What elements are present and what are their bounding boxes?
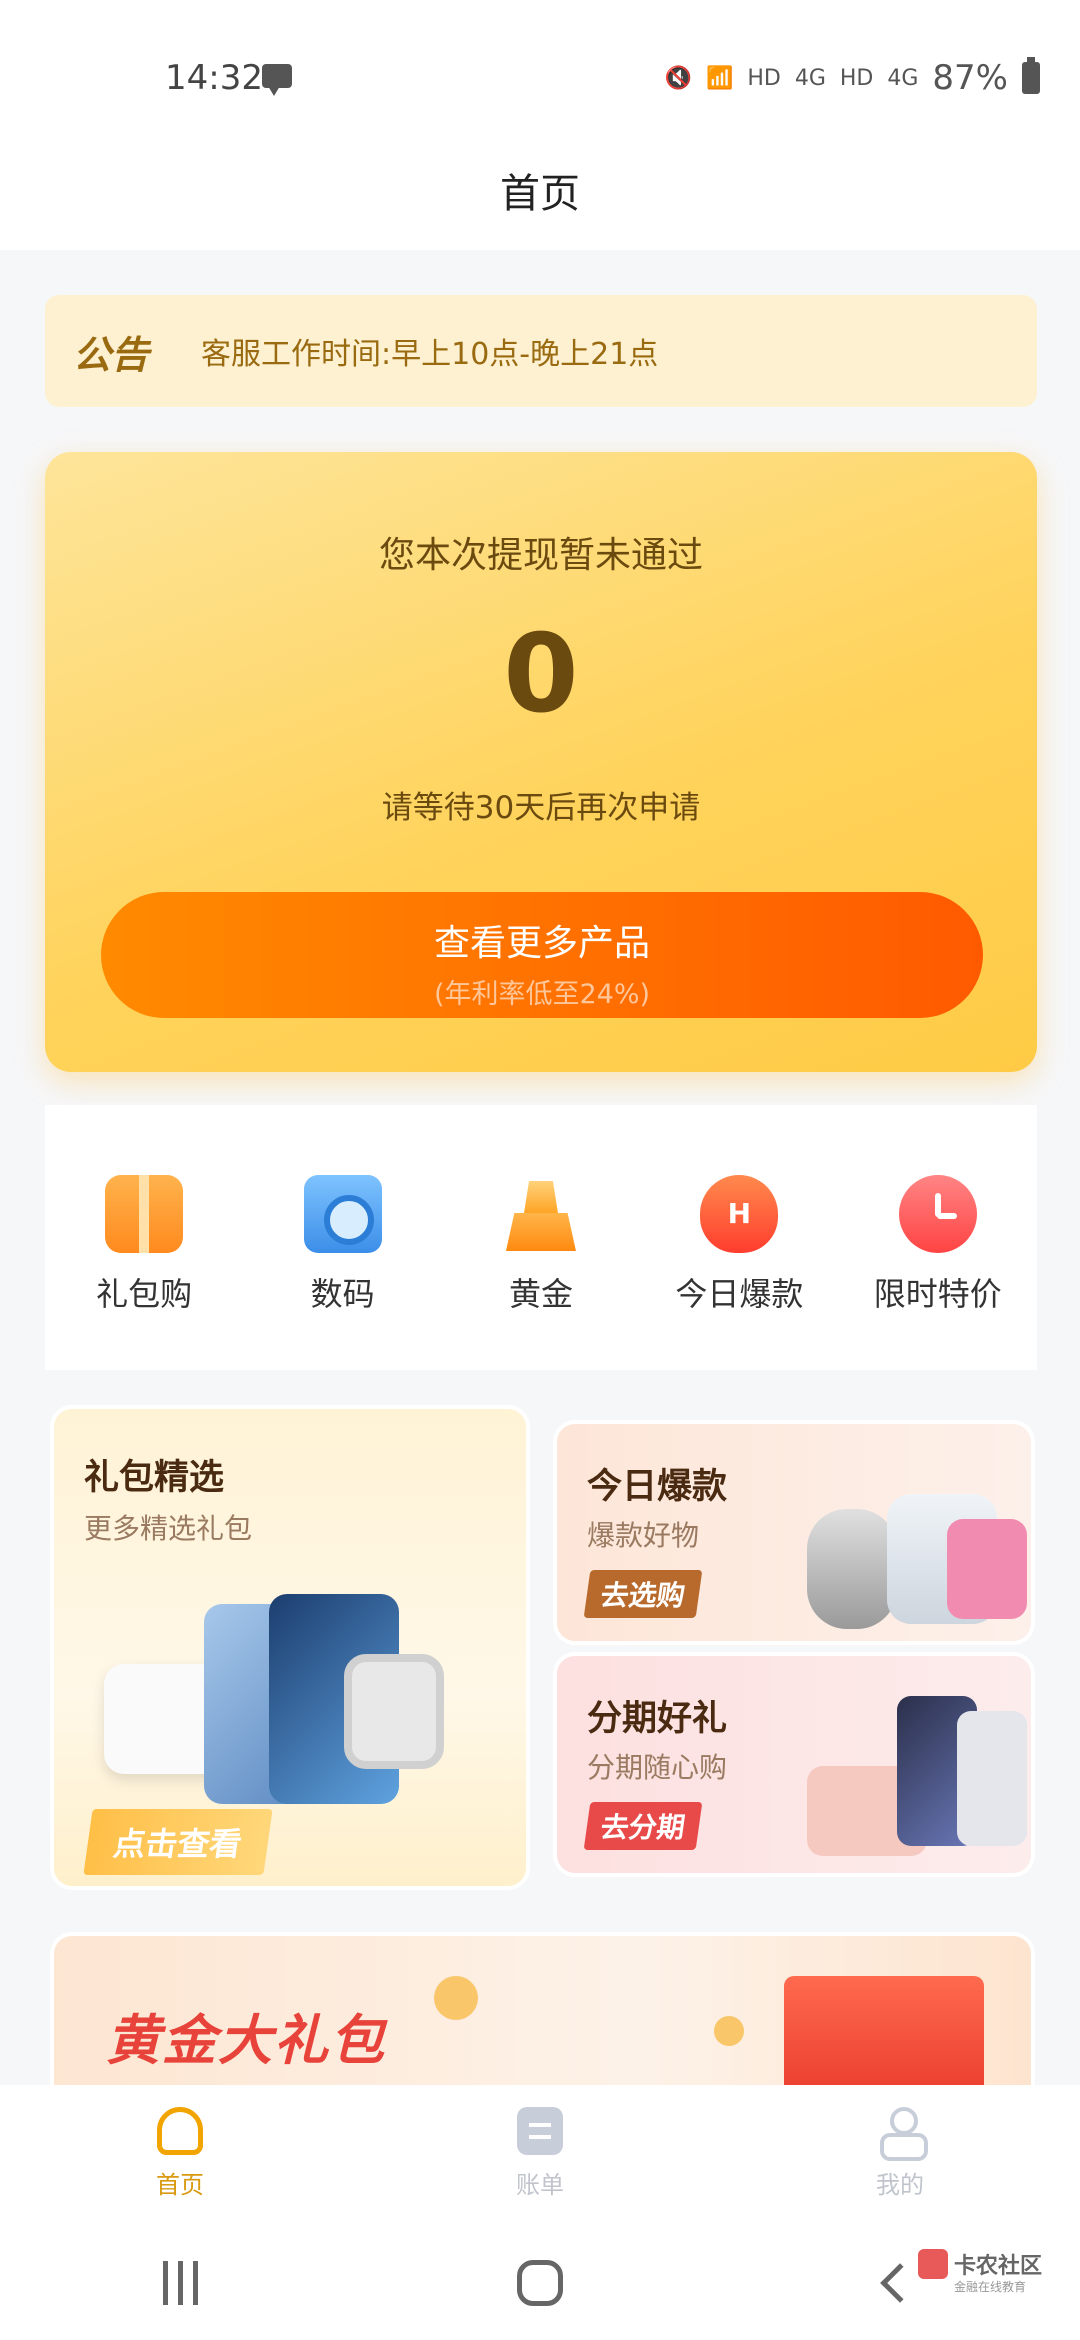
network-label-1: 4G [794, 65, 826, 91]
more-products-label: 查看更多产品 [433, 923, 650, 964]
phone-image [957, 1711, 1027, 1846]
view-button[interactable]: 点击查看 [83, 1809, 273, 1875]
promo-title: 礼包精选 [84, 1458, 225, 1498]
coin-icon [434, 1976, 478, 2020]
watermark-title: 卡农社区 [953, 2254, 1042, 2279]
tab-label: 首页 [156, 2171, 204, 2199]
more-products-button[interactable]: 查看更多产品 (年利率低至24%) [101, 892, 983, 1018]
page-title: 首页 [500, 171, 580, 217]
status-bar: 14:32 🔇 📶 HD 4G HD 4G 87% [0, 0, 1080, 130]
category-gift[interactable]: 礼包购 [54, 1175, 234, 1315]
gold-bar-icon [502, 1175, 580, 1253]
gold-gift-banner[interactable]: 黄金大礼包 [50, 1932, 1035, 2092]
category-hot[interactable]: 今日爆款 [649, 1175, 829, 1315]
promo-hot-today[interactable]: 今日爆款 爆款好物 去选购 [553, 1420, 1035, 1645]
home-button[interactable] [490, 2253, 590, 2313]
watermark-logo-icon [917, 2249, 948, 2279]
promo-subtitle: 更多精选礼包 [84, 1512, 253, 1545]
tab-home[interactable]: 首页 [120, 2085, 240, 2225]
withdraw-status-text: 您本次提现暂未通过 [378, 535, 703, 576]
shop-button[interactable]: 去选购 [583, 1570, 703, 1618]
tab-label: 我的 [876, 2171, 924, 2199]
wait-text: 请等待30天后再次申请 [381, 790, 701, 826]
watermark: 卡农社区 金融在线教育 [917, 2248, 1042, 2294]
status-icons: 🔇 📶 HD 4G HD 4G 87% [664, 57, 1040, 98]
home-icon [157, 2107, 203, 2155]
promo-installment[interactable]: 分期好礼 分期随心购 去分期 [553, 1652, 1035, 1877]
notice-tag: 公告 [73, 332, 150, 377]
alarm-clock-icon [898, 1175, 977, 1253]
camera-icon [303, 1175, 382, 1253]
promo-title: 分期好礼 [587, 1699, 728, 1739]
promo-subtitle: 分期随心购 [587, 1751, 728, 1784]
category-label: 限时特价 [873, 1275, 1002, 1313]
message-icon [262, 64, 292, 96]
battery-percent: 87% [932, 58, 1008, 98]
banner-title: 黄金大礼包 [106, 2009, 386, 2072]
category-digital[interactable]: 数码 [253, 1175, 433, 1315]
category-grid: 礼包购 数码 黄金 今日爆款 限时特价 [45, 1105, 1037, 1370]
battery-icon [1022, 57, 1040, 94]
coin-icon [714, 2016, 744, 2046]
category-label: 黄金 [508, 1275, 573, 1313]
withdraw-amount: 0 [503, 612, 579, 737]
promo-subtitle: 爆款好物 [587, 1519, 700, 1552]
mute-icon: 🔇 [664, 65, 692, 91]
category-flash-sale[interactable]: 限时特价 [848, 1175, 1028, 1315]
gift-box-image [784, 1976, 984, 2092]
rate-note: (年利率低至24%) [433, 979, 651, 1010]
speaker-image [947, 1519, 1027, 1619]
tab-mine[interactable]: 我的 [840, 2085, 960, 2225]
title-bar: 首页 [0, 130, 1080, 250]
watermark-subtitle: 金融在线教育 [953, 2280, 1026, 2294]
installment-button[interactable]: 去分期 [583, 1802, 703, 1850]
wifi-icon: 📶 [705, 65, 734, 91]
speaker-image [807, 1509, 897, 1629]
recents-button[interactable] [130, 2253, 230, 2313]
user-icon [877, 2107, 928, 2161]
hd-label-2: HD [839, 65, 874, 91]
hd-label-1: HD [747, 65, 781, 91]
tab-label: 账单 [516, 2171, 564, 2199]
category-label: 今日爆款 [675, 1275, 804, 1313]
promo-gift-selection[interactable]: 礼包精选 更多精选礼包 点击查看 [50, 1405, 530, 1890]
notice-text: 客服工作时间:早上10点-晚上21点 [201, 337, 659, 372]
tab-bills[interactable]: 账单 [480, 2085, 600, 2225]
notice-bar[interactable]: 公告 客服工作时间:早上10点-晚上21点 [45, 295, 1037, 407]
network-label-2: 4G [887, 65, 919, 91]
category-label: 礼包购 [96, 1275, 193, 1313]
category-label: 数码 [310, 1275, 375, 1313]
bill-icon [517, 2107, 563, 2155]
gift-icon [105, 1175, 184, 1253]
watch-image [344, 1654, 444, 1769]
bottom-tab-bar: 首页 账单 我的 [0, 2085, 1080, 2225]
category-gold[interactable]: 黄金 [451, 1175, 631, 1315]
clock: 14:32 [165, 58, 263, 98]
system-nav-bar [0, 2225, 1080, 2340]
withdraw-status-card: 您本次提现暂未通过 0 请等待30天后再次申请 查看更多产品 (年利率低至24%… [45, 452, 1037, 1072]
promo-title: 今日爆款 [587, 1467, 728, 1507]
fire-icon [700, 1175, 779, 1253]
